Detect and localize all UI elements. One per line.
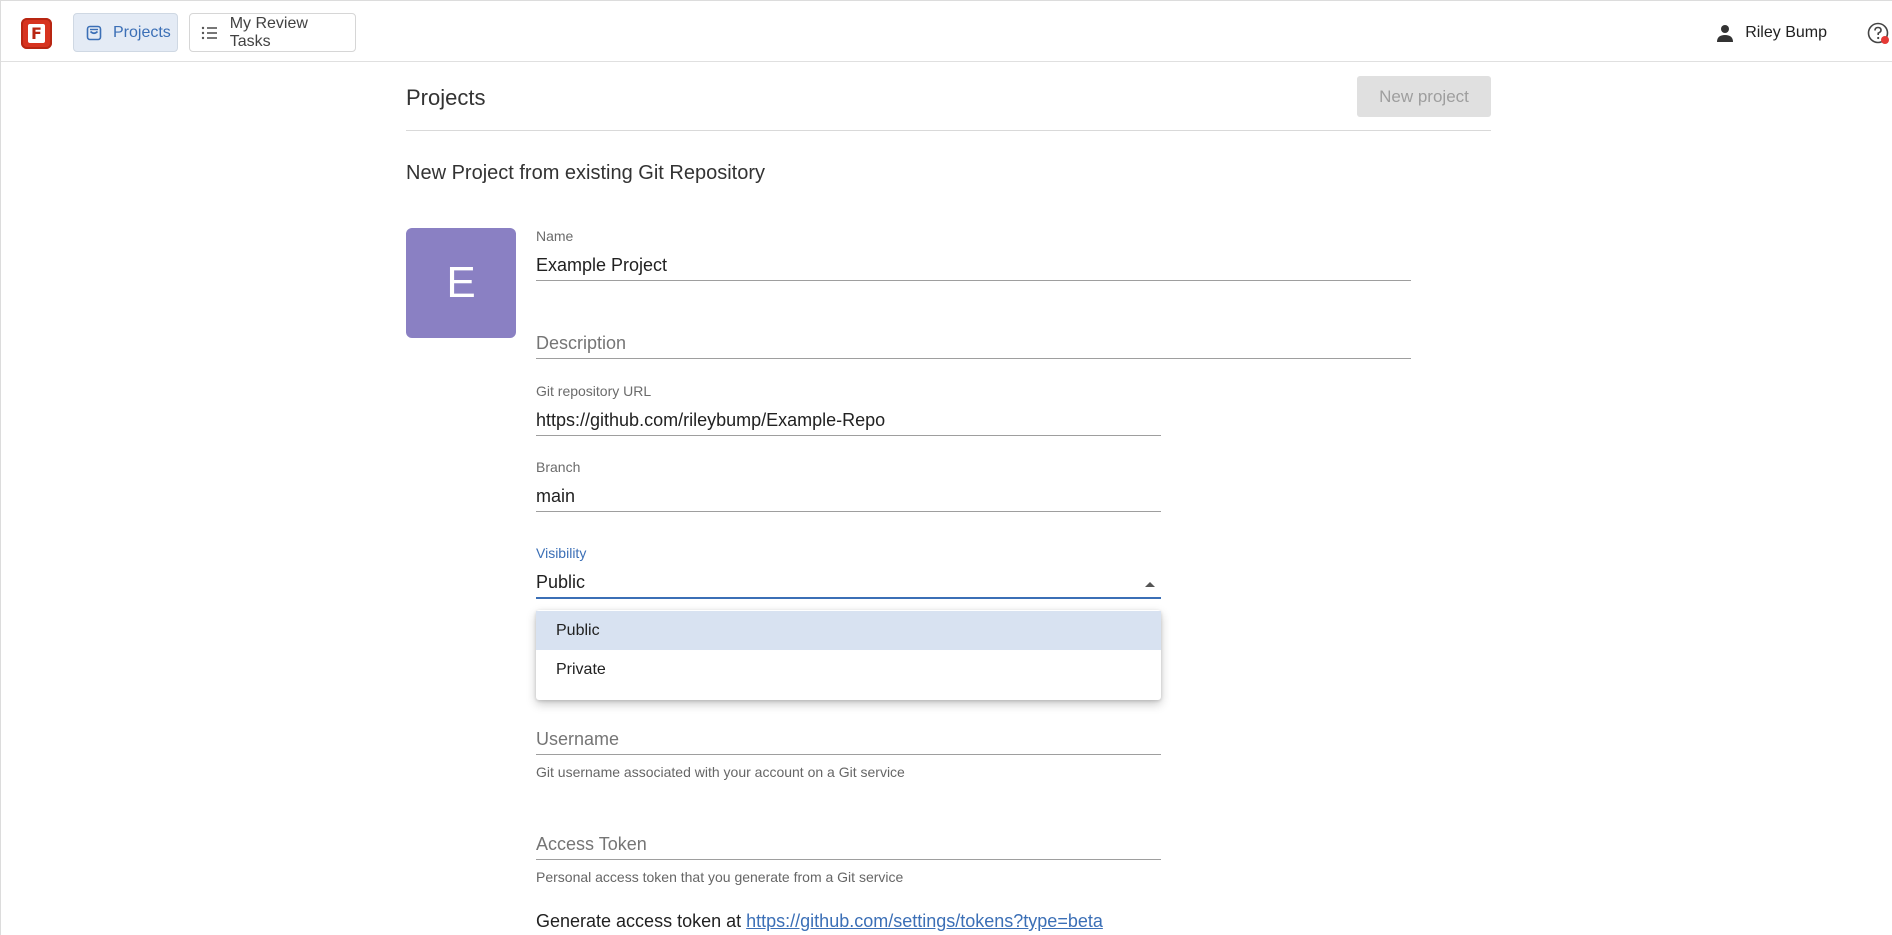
git-url-field[interactable]: Git repository URL https://github.com/ri…	[536, 383, 1161, 436]
user-name: Riley Bump	[1745, 24, 1827, 41]
project-avatar[interactable]: E	[406, 228, 516, 338]
branch-input[interactable]: main	[536, 483, 1161, 509]
nav-my-review-tasks-label: My Review Tasks	[229, 14, 308, 50]
git-url-input[interactable]: https://github.com/rileybump/Example-Rep…	[536, 407, 1161, 433]
notification-dot	[1881, 36, 1889, 44]
person-icon	[1715, 23, 1735, 43]
visibility-option-public[interactable]: Public	[536, 611, 1161, 650]
generate-token-text: Generate access token at https://github.…	[536, 911, 1103, 932]
nav-projects-label: Projects	[113, 23, 171, 41]
access-token-field[interactable]: Access Token Personal access token that …	[536, 831, 1161, 885]
visibility-dropdown-menu: Public Private	[536, 610, 1161, 700]
app-frame: F Projects My Review Tasks Riley Bump Pr…	[0, 0, 1892, 935]
new-project-button[interactable]: New project	[1357, 76, 1491, 117]
top-bar: F Projects My Review Tasks Riley Bump	[1, 1, 1892, 62]
name-input[interactable]: Example Project	[536, 252, 1411, 278]
access-token-hint: Personal access token that you generate …	[536, 869, 904, 885]
branch-field[interactable]: Branch main	[536, 459, 1161, 512]
name-field[interactable]: Name Example Project	[536, 228, 1411, 281]
logo-letter: F	[31, 24, 42, 43]
visibility-value[interactable]: Public	[536, 569, 1161, 595]
visibility-option-private[interactable]: Private	[536, 650, 1161, 689]
page-title: Projects	[406, 85, 486, 110]
projects-icon	[85, 23, 103, 43]
access-token-input[interactable]: Access Token	[536, 831, 1161, 857]
list-icon	[201, 23, 220, 43]
caret-up-icon[interactable]	[1145, 582, 1155, 587]
nav-my-review-tasks-button[interactable]: My Review Tasks	[189, 13, 356, 52]
description-input[interactable]: Description	[536, 330, 1411, 356]
app-logo[interactable]: F	[21, 18, 52, 49]
username-field[interactable]: Username Git username associated with yo…	[536, 726, 1161, 780]
section-title: New Project from existing Git Repository	[406, 162, 766, 184]
description-field[interactable]: Description	[536, 330, 1411, 359]
user-menu[interactable]: Riley Bump	[1715, 19, 1827, 47]
branch-label: Branch	[536, 459, 581, 475]
name-label: Name	[536, 228, 574, 244]
generate-token-link[interactable]: https://github.com/settings/tokens?type=…	[746, 911, 1103, 931]
visibility-select[interactable]: Visibility Public	[536, 545, 1161, 599]
username-input[interactable]: Username	[536, 726, 1161, 752]
generate-token-label: Generate access token at	[536, 911, 742, 931]
help-icon[interactable]	[1867, 22, 1889, 44]
nav-projects-button[interactable]: Projects	[73, 13, 178, 52]
username-hint: Git username associated with your accoun…	[536, 764, 905, 780]
visibility-label: Visibility	[536, 545, 587, 561]
divider	[406, 130, 1491, 131]
git-url-label: Git repository URL	[536, 383, 652, 399]
